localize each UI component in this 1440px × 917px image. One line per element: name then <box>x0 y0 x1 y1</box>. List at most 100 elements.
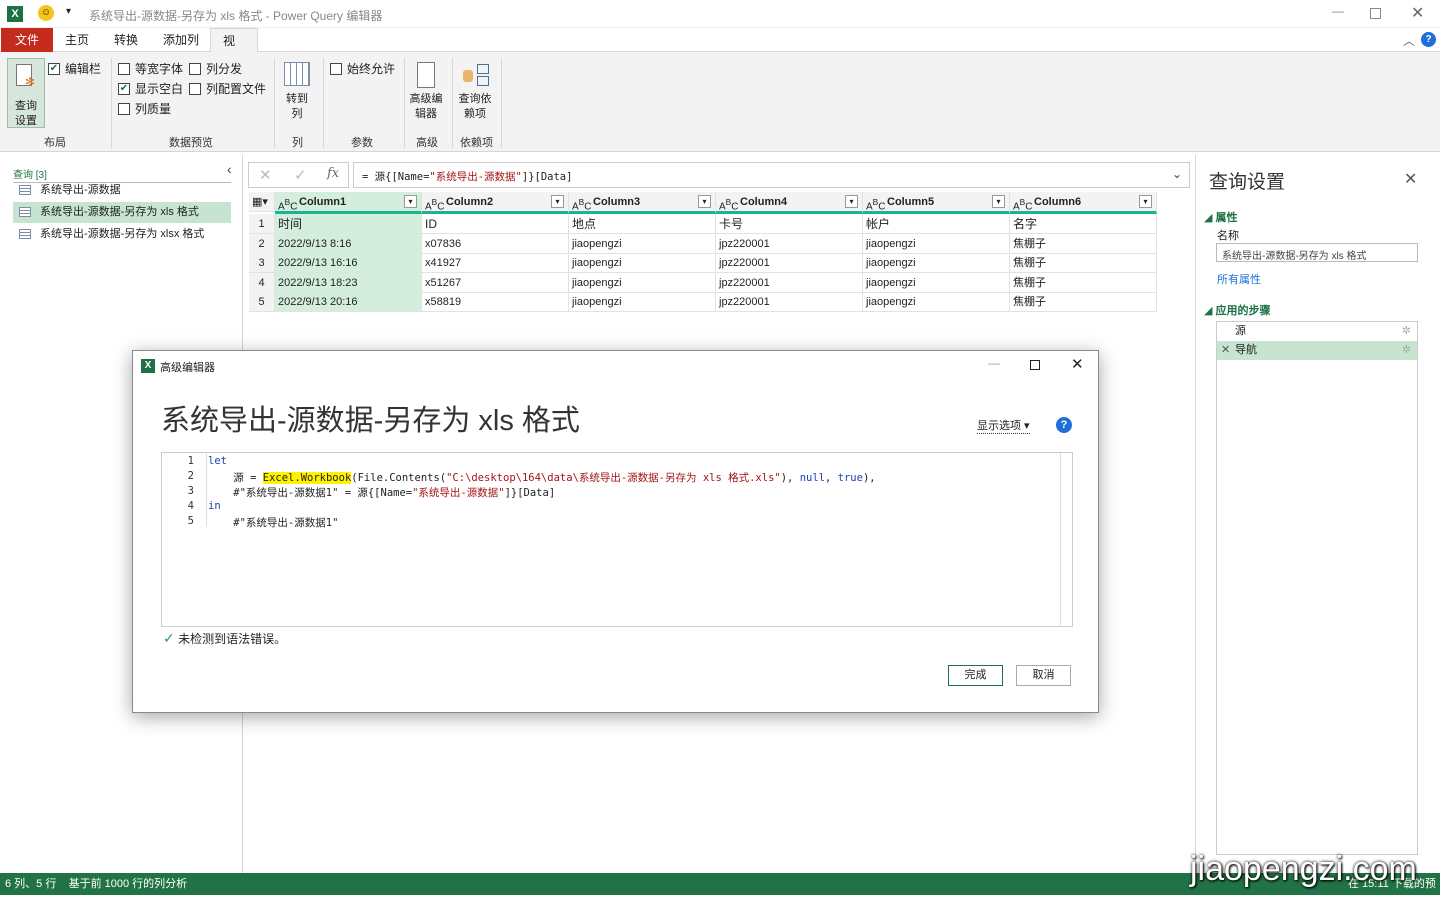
table-cell[interactable]: 焦棚子 <box>1010 273 1157 293</box>
table-cell[interactable]: jpz220001 <box>716 292 863 312</box>
column-header[interactable]: ABCColumn2▾ <box>422 192 569 214</box>
table-cell[interactable]: jpz220001 <box>716 273 863 293</box>
table-cell[interactable]: ID <box>422 214 569 234</box>
cancel-formula-icon[interactable]: ✕ <box>259 166 272 184</box>
column-quality-checkbox[interactable]: 列质量 <box>118 100 171 117</box>
cancel-button[interactable]: 取消 <box>1016 665 1071 686</box>
editor-scrollbar[interactable] <box>1060 453 1072 626</box>
properties-section[interactable]: ◢ 属性 <box>1204 209 1238 225</box>
table-cell[interactable]: jpz220001 <box>716 253 863 273</box>
step-item-selected[interactable]: ✕导航✲ <box>1217 341 1417 360</box>
table-cell[interactable]: jiaopengzi <box>863 253 1010 273</box>
column-header[interactable]: ABCColumn6▾ <box>1010 192 1157 214</box>
table-cell[interactable]: 名字 <box>1010 214 1157 234</box>
tab-transform[interactable]: 转换 <box>102 28 150 52</box>
gear-icon[interactable]: ✲ <box>1402 341 1411 360</box>
query-item[interactable]: 系统导出-源数据-另存为 xlsx 格式 <box>13 224 231 245</box>
minimize-button[interactable]: — <box>1332 4 1344 18</box>
dialog-minimize-button[interactable]: — <box>988 356 1000 370</box>
row-number[interactable]: 4 <box>249 273 275 293</box>
confirm-formula-icon[interactable]: ✓ <box>294 166 307 184</box>
row-number[interactable]: 2 <box>249 234 275 254</box>
query-item-selected[interactable]: 系统导出-源数据-另存为 xls 格式 <box>13 202 231 223</box>
table-cell[interactable]: 时间 <box>275 214 422 234</box>
filter-dropdown-icon[interactable]: ▾ <box>845 195 858 208</box>
collapse-ribbon-icon[interactable]: ︿ <box>1403 32 1415 49</box>
expand-formula-icon[interactable]: ⌄ <box>1172 167 1182 181</box>
column-header[interactable]: ABCColumn1▾ <box>275 192 422 214</box>
tab-add-column[interactable]: 添加列 <box>151 28 211 52</box>
help-icon[interactable]: ? <box>1056 417 1072 433</box>
table-cell[interactable]: 焦棚子 <box>1010 234 1157 254</box>
table-cell[interactable]: x07836 <box>422 234 569 254</box>
table-cell[interactable]: 焦棚子 <box>1010 292 1157 312</box>
fx-icon[interactable]: fx <box>327 166 339 181</box>
dialog-close-button[interactable]: ✕ <box>1071 355 1084 373</box>
table-cell[interactable]: x41927 <box>422 253 569 273</box>
gear-icon[interactable]: ✲ <box>1402 322 1411 341</box>
column-header[interactable]: ABCColumn5▾ <box>863 192 1010 214</box>
text-type-icon: ABC <box>425 192 444 214</box>
query-item[interactable]: 系统导出-源数据 <box>13 180 231 201</box>
tab-file[interactable]: 文件 <box>1 28 53 52</box>
table-cell[interactable]: 2022/9/13 18:23 <box>275 273 422 293</box>
table-cell[interactable]: 焦棚子 <box>1010 253 1157 273</box>
table-cell[interactable]: 卡号 <box>716 214 863 234</box>
all-properties-link[interactable]: 所有属性 <box>1217 271 1261 287</box>
monospace-checkbox[interactable]: 等宽字体 <box>118 60 183 77</box>
tab-home[interactable]: 主页 <box>53 28 101 52</box>
table-cell[interactable]: jiaopengzi <box>569 253 716 273</box>
maximize-button[interactable] <box>1370 8 1381 19</box>
filter-dropdown-icon[interactable]: ▾ <box>551 195 564 208</box>
filter-dropdown-icon[interactable]: ▾ <box>404 195 417 208</box>
code-editor[interactable]: 1let 2 源 = Excel.Workbook(File.Contents(… <box>161 452 1073 627</box>
tab-view[interactable]: 视图 <box>210 28 258 53</box>
collapse-pane-icon[interactable]: ‹ <box>227 161 232 177</box>
done-button[interactable]: 完成 <box>948 665 1003 686</box>
help-icon[interactable]: ? <box>1421 32 1436 47</box>
filter-dropdown-icon[interactable]: ▾ <box>1139 195 1152 208</box>
table-menu-icon[interactable]: ▦▾ <box>249 192 275 212</box>
table-cell[interactable]: jiaopengzi <box>569 234 716 254</box>
table-cell[interactable]: jiaopengzi <box>863 273 1010 293</box>
query-dependencies-button[interactable]: 查询依 赖项 <box>455 92 495 122</box>
table-cell[interactable]: jiaopengzi <box>863 234 1010 254</box>
advanced-editor-button[interactable]: 高级编 辑器 <box>406 92 446 122</box>
table-cell[interactable]: 地点 <box>569 214 716 234</box>
table-cell[interactable]: 2022/9/13 8:16 <box>275 234 422 254</box>
table-cell[interactable]: jiaopengzi <box>863 292 1010 312</box>
display-options-dropdown[interactable]: 显示选项 ▾ <box>977 417 1030 434</box>
table-cell[interactable]: 2022/9/13 20:16 <box>275 292 422 312</box>
go-to-column-button[interactable]: 转到 列 <box>280 92 314 122</box>
row-number[interactable]: 1 <box>249 214 275 234</box>
table-cell[interactable]: x58819 <box>422 292 569 312</box>
always-allow-checkbox[interactable]: 始终允许 <box>330 60 395 77</box>
formula-bar-checkbox[interactable]: ✔编辑栏 <box>48 60 101 77</box>
formula-input[interactable]: = 源{[Name="系统导出-源数据"]}[Data] <box>353 162 1190 188</box>
table-cell[interactable]: x51267 <box>422 273 569 293</box>
column-profile-checkbox[interactable]: 列配置文件 <box>189 80 266 97</box>
delete-step-icon[interactable]: ✕ <box>1221 341 1230 360</box>
table-cell[interactable]: jiaopengzi <box>569 273 716 293</box>
customize-toolbar-icon[interactable]: ▾ <box>66 6 71 17</box>
dialog-maximize-button[interactable] <box>1030 360 1040 370</box>
row-number[interactable]: 5 <box>249 292 275 312</box>
smiley-icon[interactable]: ☺ <box>38 5 54 21</box>
show-whitespace-checkbox[interactable]: ✔显示空白 <box>118 80 183 97</box>
filter-dropdown-icon[interactable]: ▾ <box>698 195 711 208</box>
step-item[interactable]: 源✲ <box>1217 322 1417 341</box>
column-header[interactable]: ABCColumn4▾ <box>716 192 863 214</box>
table-cell[interactable]: 帐户 <box>863 214 1010 234</box>
column-header[interactable]: ABCColumn3▾ <box>569 192 716 214</box>
table-cell[interactable]: 2022/9/13 16:16 <box>275 253 422 273</box>
close-button[interactable]: ✕ <box>1411 3 1424 23</box>
row-number[interactable]: 3 <box>249 253 275 273</box>
column-distribution-checkbox[interactable]: 列分发 <box>189 60 242 77</box>
table-cell[interactable]: jiaopengzi <box>569 292 716 312</box>
close-settings-icon[interactable]: ✕ <box>1404 169 1417 189</box>
table-cell[interactable]: jpz220001 <box>716 234 863 254</box>
name-input[interactable]: 系统导出-源数据-另存为 xls 格式 <box>1216 243 1418 262</box>
filter-dropdown-icon[interactable]: ▾ <box>992 195 1005 208</box>
applied-steps-section[interactable]: ◢ 应用的步骤 <box>1204 302 1271 318</box>
excel-icon: X <box>7 6 23 22</box>
